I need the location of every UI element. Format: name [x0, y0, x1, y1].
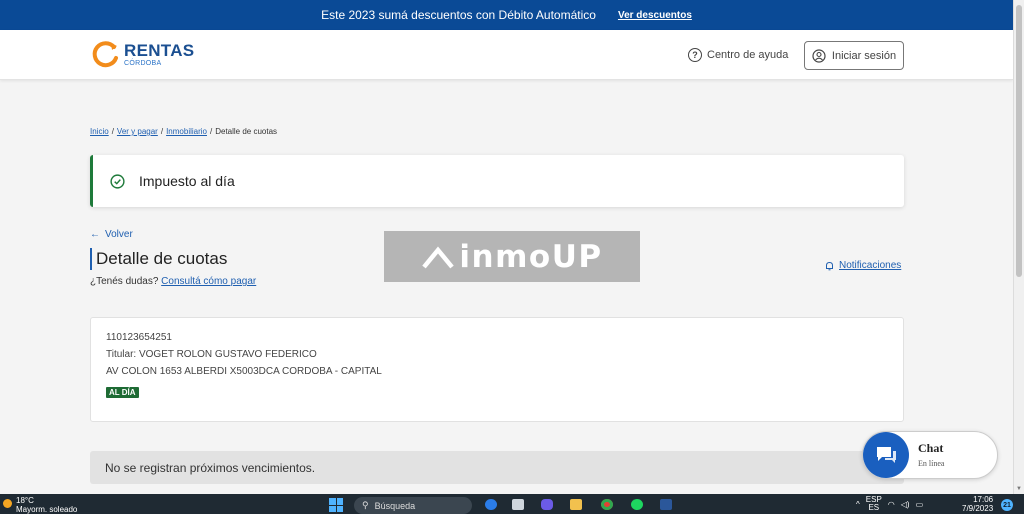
task-view-icon[interactable] [512, 499, 524, 510]
chat-bubble-icon [863, 432, 909, 478]
tax-status-card: Impuesto al día [90, 155, 904, 207]
page-title-wrap: Detalle de cuotas [90, 248, 227, 270]
breadcrumb-inicio[interactable]: Inicio [90, 127, 109, 136]
tax-status-text: Impuesto al día [139, 173, 235, 189]
weather-condition: Mayorm. soleado [16, 504, 78, 514]
help-center-link[interactable]: ? Centro de ayuda [688, 48, 788, 62]
notification-count-badge[interactable]: 21 [1001, 499, 1013, 511]
arrow-left-icon: ← [90, 229, 100, 240]
chat-status: En línea [918, 459, 945, 468]
user-icon [812, 48, 826, 63]
site-header: RENTAS CÓRDOBA ? Centro de ayuda Iniciar… [0, 30, 1013, 80]
bell-icon [826, 261, 833, 270]
scroll-down-icon[interactable]: ▼ [1016, 486, 1022, 492]
breadcrumb-inmobiliario[interactable]: Inmobiliario [166, 127, 207, 136]
language-subcode: ES [868, 503, 880, 512]
question-icon: ? [688, 48, 702, 62]
no-due-dates-notice: No se registran próximos vencimientos. [90, 451, 904, 484]
promo-text: Este 2023 sumá descuentos con Débito Aut… [321, 8, 596, 22]
word-icon[interactable] [660, 499, 672, 510]
account-number: 110123654251 [106, 332, 172, 343]
sun-icon [3, 499, 12, 508]
help-center-label: Centro de ayuda [707, 49, 789, 61]
system-clock[interactable]: 17:06 7/9/2023 [962, 495, 994, 514]
breadcrumb: Inicio / Ver y pagar / Inmobiliario / Detalle … [90, 127, 278, 136]
page-scrollbar[interactable]: ▼ [1013, 0, 1024, 494]
chat-widget[interactable]: Chat En línea [862, 431, 998, 479]
property-info-card: 110123654251 Titular: VOGET ROLON GUSTAV… [90, 317, 904, 422]
os-taskbar: 18°C Mayorm. soleado ⚲ Búsqueda ^ ESP ES… [0, 494, 1024, 514]
watermark-text: inmoUP [459, 238, 603, 275]
system-tray: ^ ESP ES ◠ ◁) ▭ [856, 496, 923, 512]
holder-name: Titular: VOGET ROLON GUSTAVO FEDERICO [106, 349, 317, 360]
teams-icon[interactable] [541, 499, 553, 510]
scroll-thumb[interactable] [1016, 5, 1022, 277]
language-indicator[interactable]: ESP ES [866, 496, 882, 512]
chevron-up-icon[interactable]: ^ [856, 500, 860, 509]
windows-start-icon[interactable] [329, 498, 343, 512]
promo-link[interactable]: Ver descuentos [618, 10, 692, 21]
wifi-icon[interactable]: ◠ [888, 500, 895, 509]
inmoup-watermark: inmoUP [384, 231, 640, 282]
taskbar-search[interactable]: ⚲ Búsqueda [354, 497, 472, 514]
taskbar-search-placeholder: Búsqueda [374, 500, 416, 511]
logo-mark-icon [92, 41, 118, 68]
page-title: Detalle de cuotas [96, 249, 228, 268]
doubts-line: ¿Tenés dudas? Consultá cómo pagar [90, 276, 256, 287]
logo-subtitle: CÓRDOBA [124, 59, 162, 67]
search-icon: ⚲ [362, 500, 369, 510]
chrome-icon[interactable] [601, 499, 613, 510]
battery-icon[interactable]: ▭ [916, 500, 924, 509]
spotify-icon[interactable] [631, 499, 643, 510]
property-address: AV COLON 1653 ALBERDI X5003DCA CORDOBA -… [106, 366, 382, 377]
login-label: Iniciar sesión [831, 49, 897, 62]
weather-widget[interactable]: 18°C Mayorm. soleado [3, 496, 78, 514]
chat-title: Chat [918, 441, 944, 455]
check-circle-icon [110, 173, 125, 189]
login-button[interactable]: Iniciar sesión [804, 41, 904, 70]
status-badge: AL DÍA [106, 387, 139, 398]
logo-title: RENTAS [124, 40, 195, 60]
clock-date: 7/9/2023 [962, 503, 994, 513]
rentas-logo[interactable]: RENTAS CÓRDOBA [90, 39, 194, 69]
file-explorer-icon[interactable] [570, 499, 582, 510]
how-to-pay-link[interactable]: Consultá cómo pagar [161, 276, 256, 287]
back-label: Volver [105, 229, 133, 240]
volume-icon[interactable]: ◁) [901, 500, 910, 509]
notifications-link[interactable]: Notificaciones [825, 260, 901, 271]
roof-logo-icon [422, 245, 455, 268]
notifications-label: Notificaciones [839, 260, 902, 271]
doubts-question: ¿Tenés dudas? [90, 276, 159, 287]
bing-icon[interactable] [485, 499, 497, 510]
breadcrumb-current: Detalle de cuotas [215, 127, 278, 136]
back-link[interactable]: ← Volver [90, 229, 133, 240]
breadcrumb-ver-y-pagar[interactable]: Ver y pagar [117, 127, 158, 136]
promo-banner: Este 2023 sumá descuentos con Débito Aut… [0, 0, 1013, 30]
